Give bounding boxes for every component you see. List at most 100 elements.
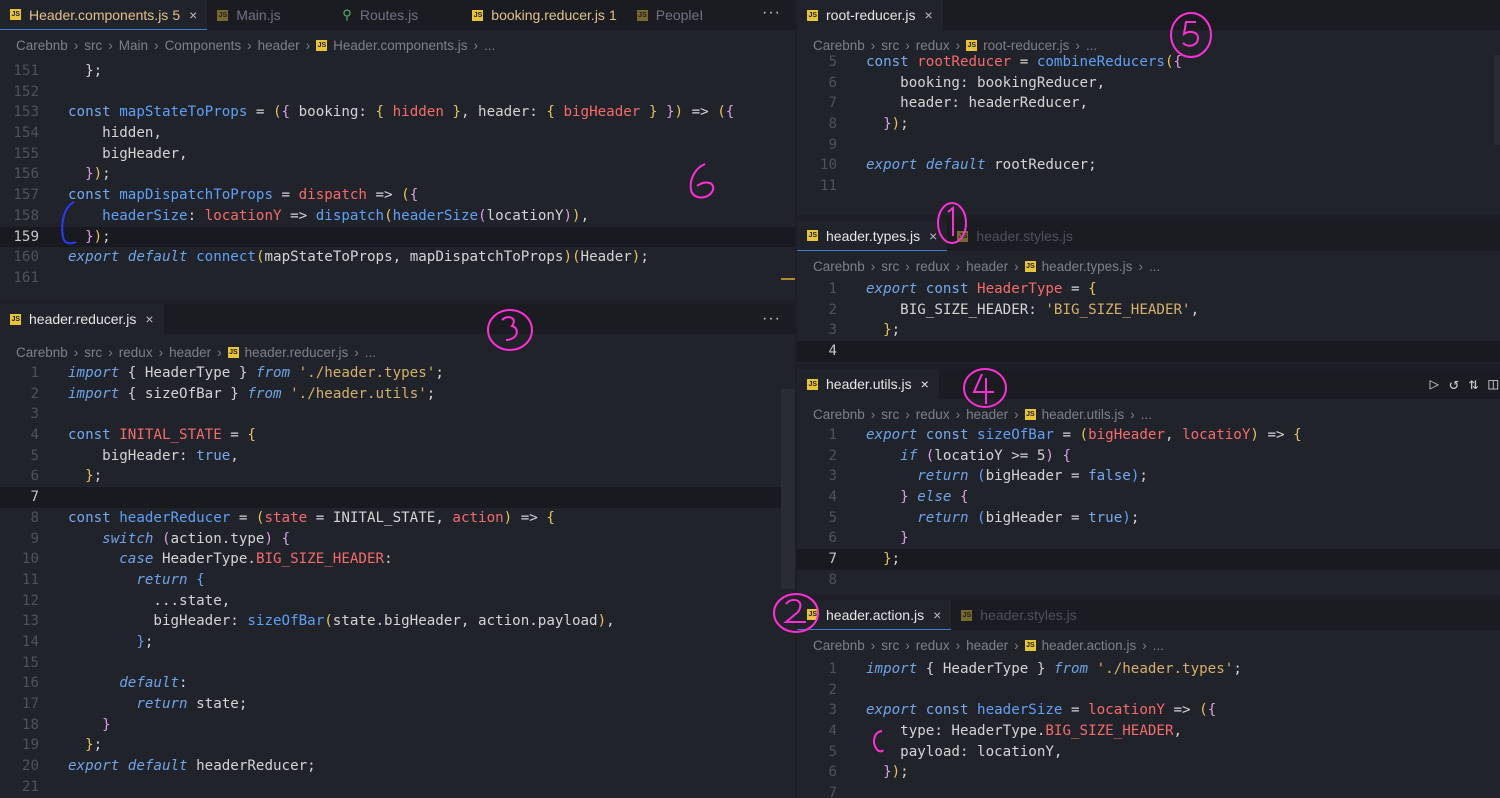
breadcrumb-item[interactable]: Main: [119, 38, 148, 53]
breadcrumb-item[interactable]: header: [966, 638, 1008, 653]
code-line[interactable]: 155 bigHeader,: [0, 144, 795, 165]
code-line[interactable]: 17 return state;: [0, 694, 795, 715]
code-line[interactable]: 5 bigHeader: true,: [0, 446, 795, 467]
code-area[interactable]: 1 export const sizeOfBar = (bigHeader, lo…: [797, 425, 1500, 591]
code-line[interactable]: 6 booking: bookingReducer,: [797, 73, 1500, 94]
code-line[interactable]: 159 });: [0, 226, 795, 248]
code-line[interactable]: 16 default:: [0, 673, 795, 694]
breadcrumb-item[interactable]: Carebnb: [813, 638, 865, 653]
close-icon[interactable]: ×: [921, 376, 929, 392]
code-line[interactable]: 4 type: HeaderType.BIG_SIZE_HEADER,: [797, 721, 1500, 742]
code-line[interactable]: 161: [0, 268, 795, 289]
code-line[interactable]: 9: [797, 135, 1500, 156]
breadcrumb-item[interactable]: root-reducer.js: [983, 38, 1069, 53]
code-line[interactable]: 4: [797, 341, 1500, 362]
breadcrumb-item[interactable]: redux: [916, 407, 950, 422]
breadcrumb-item[interactable]: Carebnb: [16, 38, 68, 53]
code-line[interactable]: 19 };: [0, 735, 795, 756]
more-actions-icon[interactable]: ···: [762, 4, 781, 22]
code-line[interactable]: 1 export const HeaderType = {: [797, 279, 1500, 300]
code-line[interactable]: 5 return (bigHeader = true);: [797, 508, 1500, 529]
tab-header-types[interactable]: JS header.types.js ×: [797, 221, 948, 251]
close-icon[interactable]: ×: [933, 607, 941, 623]
code-line[interactable]: 13 bigHeader: sizeOfBar(state.bigHeader,…: [0, 611, 795, 632]
breadcrumb-item[interactable]: ...: [1149, 259, 1160, 274]
tab-booking-reducer[interactable]: JS booking.reducer.js 1: [462, 0, 626, 30]
tab-header-reducer[interactable]: JS header.reducer.js ×: [0, 304, 164, 334]
tab-header-utils[interactable]: JS header.utils.js ×: [797, 369, 939, 399]
code-line[interactable]: 5 const rootReducer = combineReducers({: [797, 52, 1500, 73]
code-area[interactable]: 1 export const HeaderType = {2 BIG_SIZE_H…: [797, 279, 1500, 362]
run-icon[interactable]: ▷: [1429, 374, 1439, 393]
breadcrumb-item[interactable]: Carebnb: [813, 259, 865, 274]
code-line[interactable]: 4 const INITAL_STATE = {: [0, 425, 795, 446]
split-editor-icon[interactable]: ◫: [1488, 374, 1498, 393]
breadcrumb-item[interactable]: ...: [1141, 407, 1152, 422]
code-line[interactable]: 2 if (locatioY >= 5) {: [797, 446, 1500, 467]
code-line[interactable]: 158 headerSize: locationY => dispatch(he…: [0, 206, 795, 227]
breadcrumb-item[interactable]: src: [881, 638, 899, 653]
code-line[interactable]: 12 ...state,: [0, 591, 795, 612]
breadcrumb-item[interactable]: header.utils.js: [1042, 407, 1125, 422]
breadcrumb-item[interactable]: src: [881, 407, 899, 422]
breadcrumb-item[interactable]: src: [84, 345, 102, 360]
code-line[interactable]: 7: [0, 487, 795, 508]
code-line[interactable]: 3 export const headerSize = locationY => …: [797, 700, 1500, 721]
code-line[interactable]: 3: [0, 404, 795, 425]
code-line[interactable]: 4 } else {: [797, 487, 1500, 508]
code-line[interactable]: 2 BIG_SIZE_HEADER: 'BIG_SIZE_HEADER',: [797, 300, 1500, 321]
tab-people[interactable]: JS PeopleI: [627, 0, 707, 30]
code-line[interactable]: 8: [797, 570, 1500, 591]
code-line[interactable]: 21: [0, 777, 795, 798]
code-line[interactable]: 9 switch (action.type) {: [0, 529, 795, 550]
code-line[interactable]: 2 import { sizeOfBar } from './header.uti…: [0, 384, 795, 405]
breadcrumb-item[interactable]: src: [881, 259, 899, 274]
breadcrumb-item[interactable]: redux: [916, 638, 950, 653]
breadcrumb-item[interactable]: Carebnb: [813, 407, 865, 422]
code-line[interactable]: 8 });: [797, 114, 1500, 135]
breadcrumb-item[interactable]: Carebnb: [813, 38, 865, 53]
tab-header-components[interactable]: JS Header.components.js 5 ×: [0, 0, 208, 30]
tab-main[interactable]: JS Main.js: [207, 0, 332, 30]
close-icon[interactable]: ×: [145, 311, 153, 327]
code-line[interactable]: 153 const mapStateToProps = ({ booking: {…: [0, 102, 795, 123]
breadcrumb-item[interactable]: header.action.js: [1042, 638, 1137, 653]
breadcrumb-item[interactable]: Components: [165, 38, 242, 53]
close-icon[interactable]: ×: [189, 7, 197, 23]
code-line[interactable]: 20 export default headerReducer;: [0, 756, 795, 777]
code-line[interactable]: 3 return (bigHeader = false);: [797, 466, 1500, 487]
tab-header-action[interactable]: JS header.action.js ×: [797, 600, 952, 630]
code-area[interactable]: 151 }; 152 153 const mapStateToProps = ({ b…: [0, 61, 795, 289]
more-actions-icon[interactable]: ···: [762, 310, 781, 328]
code-line[interactable]: 7 };: [797, 549, 1500, 570]
code-line[interactable]: 10 case HeaderType.BIG_SIZE_HEADER:: [0, 549, 795, 570]
breadcrumb-item[interactable]: redux: [916, 38, 950, 53]
breadcrumb-item[interactable]: header: [966, 407, 1008, 422]
breadcrumb-item[interactable]: ...: [1086, 38, 1097, 53]
breadcrumb-item[interactable]: ...: [365, 345, 376, 360]
scrollbar[interactable]: [1494, 55, 1500, 145]
breadcrumb-item[interactable]: Header.components.js: [333, 38, 467, 53]
breadcrumb-item[interactable]: Carebnb: [16, 345, 68, 360]
code-line[interactable]: 1 export const sizeOfBar = (bigHeader, lo…: [797, 425, 1500, 446]
breadcrumb-item[interactable]: ...: [1153, 638, 1164, 653]
code-area[interactable]: 1 import { HeaderType } from './header.ty…: [0, 363, 795, 797]
code-line[interactable]: 160 export default connect (mapStateToProp…: [0, 247, 795, 268]
breadcrumb-item[interactable]: header.reducer.js: [245, 345, 349, 360]
tab-header-styles[interactable]: JS header.styles.js: [951, 600, 1087, 630]
code-line[interactable]: 14 };: [0, 632, 795, 653]
breadcrumb-item[interactable]: header: [169, 345, 211, 360]
close-icon[interactable]: ×: [924, 7, 932, 23]
code-line[interactable]: 8 const headerReducer = (state = INITAL_S…: [0, 508, 795, 529]
code-line[interactable]: 7: [797, 783, 1500, 798]
code-line[interactable]: 5 payload: locationY,: [797, 742, 1500, 763]
close-icon[interactable]: ×: [929, 228, 937, 244]
code-line[interactable]: 154 hidden,: [0, 123, 795, 144]
code-line[interactable]: 6 };: [0, 466, 795, 487]
code-line[interactable]: 11: [797, 176, 1500, 197]
code-line[interactable]: 2: [797, 680, 1500, 701]
compare-icon[interactable]: ⇅: [1469, 374, 1479, 393]
code-line[interactable]: 6 }: [797, 528, 1500, 549]
code-line[interactable]: 15: [0, 653, 795, 674]
code-line[interactable]: 152: [0, 82, 795, 103]
